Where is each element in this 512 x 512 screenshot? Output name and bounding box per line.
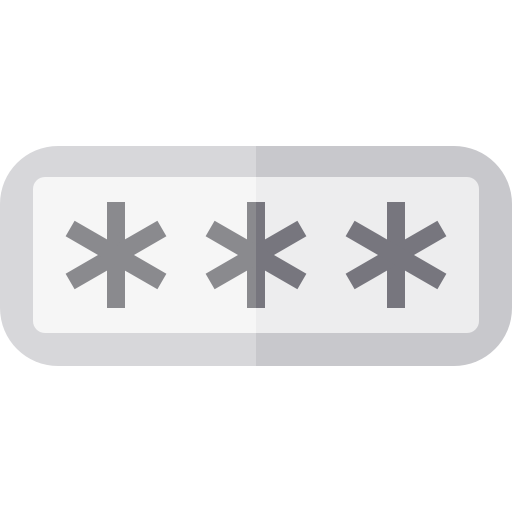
masked-characters: [65, 202, 447, 308]
icon-canvas: [0, 0, 512, 512]
password-field-icon: [0, 146, 512, 366]
